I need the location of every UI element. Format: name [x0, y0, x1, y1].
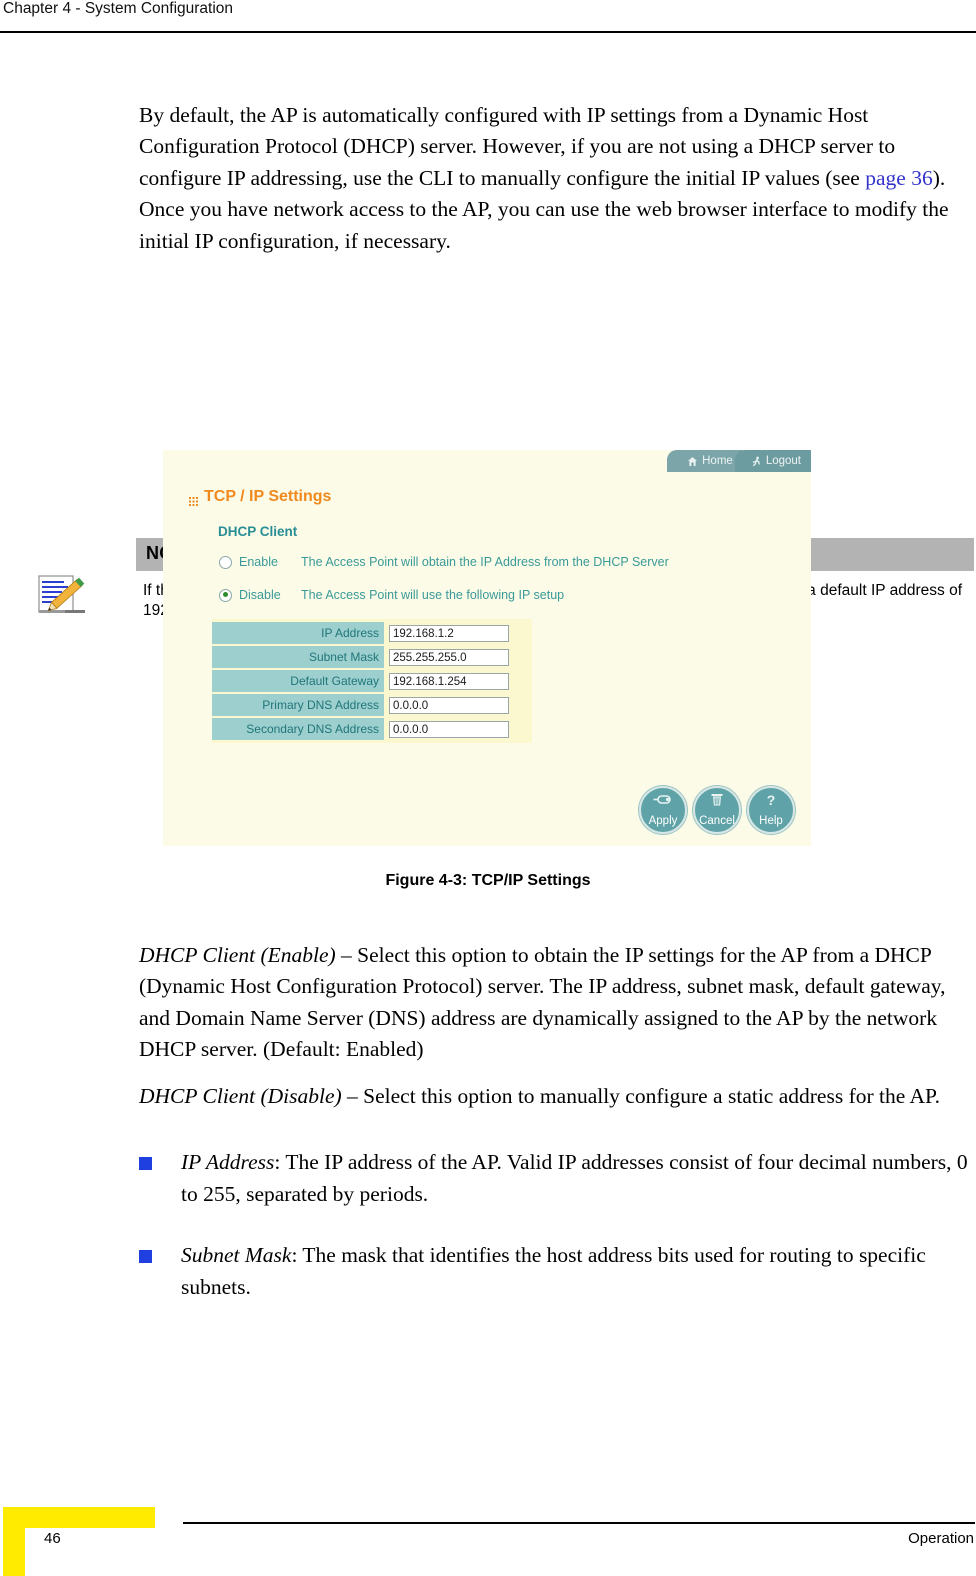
note-callout: NOTE If there is no DHCP server on your …: [0, 268, 976, 619]
dhcp-client-section-title: DHCP Client: [218, 524, 298, 539]
field-label-default-gateway: Default Gateway: [212, 670, 384, 692]
cancel-button[interactable]: Cancel: [693, 786, 741, 834]
list-item: IP Address: The IP address of the AP. Va…: [139, 1147, 976, 1210]
hand-click-icon: [641, 793, 685, 809]
radio-enable-indicator[interactable]: [219, 555, 232, 569]
page-36-link[interactable]: page 36: [865, 166, 932, 190]
ip-address-input[interactable]: 192.168.1.2: [389, 624, 509, 642]
primary-dns-input[interactable]: 0.0.0.0: [389, 696, 509, 714]
cancel-button-label: Cancel: [699, 815, 735, 827]
screenshot-topbar: Home Logout: [163, 450, 811, 472]
apply-button[interactable]: Apply: [639, 786, 687, 834]
bullet-ip-address-text: IP Address: The IP address of the AP. Va…: [181, 1147, 976, 1210]
dhcp-enable-term: DHCP Client (Enable): [139, 942, 336, 967]
bullet-square-icon: [139, 1250, 152, 1263]
question-mark-icon: ?: [749, 792, 793, 809]
field-label-primary-dns: Primary DNS Address: [212, 694, 384, 716]
footer-corner-mark-horizontal: [3, 1507, 155, 1528]
radio-disable-indicator[interactable]: [219, 588, 232, 602]
page-number: 46: [44, 1530, 61, 1547]
radio-disable-label: Disable: [239, 588, 281, 602]
home-icon: [687, 456, 698, 467]
grid-icon: [189, 493, 198, 506]
radio-enable-description: The Access Point will obtain the IP Addr…: [301, 555, 669, 569]
chapter-title: Chapter 4 - System Configuration: [3, 0, 234, 17]
panel-title: TCP / IP Settings: [189, 488, 331, 506]
list-item: Subnet Mask: The mask that identifies th…: [139, 1240, 976, 1303]
table-row: Secondary DNS Address 0.0.0.0: [212, 718, 532, 740]
bullet-subnet-mask-term: Subnet Mask: [181, 1243, 292, 1267]
panel-title-label: TCP / IP Settings: [204, 488, 332, 505]
bullet-subnet-mask-text: Subnet Mask: The mask that identifies th…: [181, 1240, 976, 1303]
screenshot-button-group: Apply Cancel ? Help: [639, 786, 795, 834]
footer-divider: [183, 1522, 975, 1524]
svg-text:?: ?: [767, 793, 776, 807]
dhcp-disable-paragraph: DHCP Client (Disable) – Select this opti…: [139, 1081, 976, 1113]
table-row: Primary DNS Address 0.0.0.0: [212, 694, 532, 716]
header-divider: [0, 31, 976, 33]
tcpip-settings-screenshot: Home Logout TCP / IP Settings DHCP Clien…: [163, 450, 811, 846]
trash-can-icon: [695, 793, 739, 809]
subnet-mask-input[interactable]: 255.255.255.0: [389, 648, 509, 666]
dhcp-disable-text: – Select this option to manually configu…: [341, 1083, 940, 1108]
table-row: IP Address 192.168.1.2: [212, 622, 532, 644]
bullet-subnet-mask-body: : The mask that identifies the host addr…: [181, 1243, 926, 1299]
table-row: Default Gateway 192.168.1.254: [212, 670, 532, 692]
tab-logout-label: Logout: [765, 455, 801, 467]
table-row: Subnet Mask 255.255.255.0: [212, 646, 532, 668]
intro-paragraph: By default, the AP is automatically conf…: [139, 100, 975, 258]
tab-home[interactable]: Home: [667, 450, 743, 472]
radio-option-disable[interactable]: Disable The Access Point will use the fo…: [219, 588, 564, 602]
field-label-ip-address: IP Address: [212, 622, 384, 644]
logout-runner-icon: [751, 456, 762, 467]
help-button-label: Help: [759, 815, 783, 827]
bullet-square-icon: [139, 1157, 152, 1170]
radio-option-enable[interactable]: Enable The Access Point will obtain the …: [219, 555, 669, 569]
radio-disable-description: The Access Point will use the following …: [301, 588, 565, 602]
figure-caption: Figure 4-3: TCP/IP Settings: [385, 872, 591, 889]
screenshot-tab-group: Home Logout: [667, 450, 811, 472]
tab-home-label: Home: [702, 455, 733, 467]
default-gateway-input[interactable]: 192.168.1.254: [389, 672, 509, 690]
bullet-ip-address-term: IP Address: [181, 1150, 275, 1174]
bullet-ip-address-body: : The IP address of the AP. Valid IP add…: [181, 1150, 968, 1206]
help-button[interactable]: ? Help: [747, 786, 795, 834]
apply-button-label: Apply: [648, 815, 678, 827]
intro-text-before-link: By default, the AP is automatically conf…: [139, 102, 896, 190]
page-header: Chapter 4 - System Configuration: [0, 0, 976, 33]
secondary-dns-input[interactable]: 0.0.0.0: [389, 720, 509, 738]
notepad-pencil-icon: [37, 570, 89, 620]
radio-enable-label: Enable: [239, 555, 278, 569]
dhcp-enable-paragraph: DHCP Client (Enable) – Select this optio…: [139, 940, 976, 1066]
footer-section-label: Operation: [908, 1530, 974, 1547]
tab-logout[interactable]: Logout: [734, 450, 811, 472]
field-label-secondary-dns: Secondary DNS Address: [212, 718, 384, 740]
ip-settings-table: IP Address 192.168.1.2 Subnet Mask 255.2…: [212, 619, 532, 743]
dhcp-disable-term: DHCP Client (Disable): [139, 1083, 342, 1108]
field-label-subnet-mask: Subnet Mask: [212, 646, 384, 668]
